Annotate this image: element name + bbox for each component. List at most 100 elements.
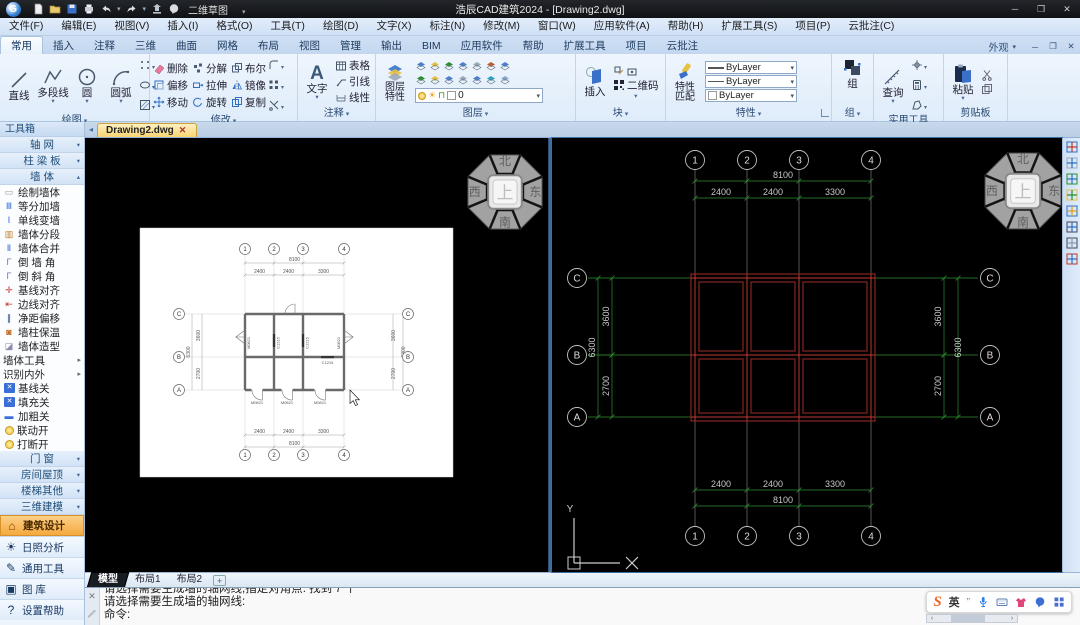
redo-icon[interactable] xyxy=(126,3,138,15)
line-button[interactable]: 直线 xyxy=(3,68,35,103)
sidebar-module-settings-help[interactable]: ?设置帮助 xyxy=(0,599,84,620)
layer-select[interactable]: ☀ ⊓ 0 ▾ xyxy=(415,88,543,103)
panel-label-properties[interactable]: 特性 xyxy=(666,107,831,121)
chat-icon[interactable] xyxy=(1034,596,1046,608)
sidebar-module-library[interactable]: ▣图 库 xyxy=(0,578,84,599)
document-tab[interactable]: Drawing2.dwg ✕ xyxy=(97,123,197,137)
ime-language-toggle[interactable]: 英 xyxy=(949,594,960,610)
measure-dropdown-icon[interactable] xyxy=(891,99,894,104)
text-dropdown-icon[interactable] xyxy=(315,95,318,100)
axis-tool-icon-4[interactable] xyxy=(1066,205,1078,217)
sidebar-group-three-d-modeling[interactable]: 三维建模▾ xyxy=(0,499,84,515)
new-file-icon[interactable] xyxy=(32,3,44,15)
ribbon-tab-0[interactable]: 常用 xyxy=(0,36,43,54)
ribbon-tab-8[interactable]: 管理 xyxy=(330,37,371,54)
sidebar-item-clear-distance-offset[interactable]: ∥净距偏移 xyxy=(0,311,84,325)
layer-tool-icon-12[interactable] xyxy=(485,74,497,86)
menu-item-14[interactable]: 项目(P) xyxy=(786,18,839,35)
linear-dim-button[interactable]: 线性 xyxy=(335,90,370,105)
polyline-dropdown-icon[interactable] xyxy=(51,99,54,104)
table-button[interactable]: 表格 xyxy=(335,58,370,73)
panel-label-block[interactable]: 块 xyxy=(576,107,665,121)
app-logo-icon[interactable]: G xyxy=(2,1,24,17)
boolean-button[interactable]: 布尔 xyxy=(231,60,266,76)
doc-tab-nav-left-icon[interactable]: ◂ xyxy=(85,122,97,137)
sidebar-item-wall-segment[interactable]: ▥墙体分段 xyxy=(0,227,84,241)
sidebar-item-baseline-align[interactable]: ✛基线对齐 xyxy=(0,283,84,297)
ribbon-tab-2[interactable]: 注释 xyxy=(84,37,125,54)
explode-button[interactable]: 分解 xyxy=(192,60,227,76)
axis-tool-icon-5[interactable] xyxy=(1066,221,1078,233)
toolbox-grid-icon[interactable] xyxy=(1053,596,1065,608)
sidebar-item-baseline-off[interactable]: ✕基线关 xyxy=(0,381,84,395)
scroll-left-icon[interactable]: ‹ xyxy=(927,615,937,622)
sidebar-group-axis-grid[interactable]: 轴 网▾ xyxy=(0,137,84,153)
erase-button[interactable]: 删除 xyxy=(153,60,188,76)
workspace-switcher[interactable]: 二维草图▾ xyxy=(188,2,246,17)
ribbon-tab-5[interactable]: 网格 xyxy=(207,37,248,54)
command-window[interactable]: ✕ 请选择需要生成墙的轴网线;指定对角点: 找到 7 个请选择需要生成墙的轴网线… xyxy=(85,587,1080,625)
scrollbar-thumb[interactable] xyxy=(951,615,985,622)
linetype-select[interactable]: ByLayer▾ xyxy=(705,75,797,88)
circle-button[interactable]: 圆 xyxy=(71,65,103,105)
axis-tool-icon-0[interactable] xyxy=(1066,141,1078,153)
ribbon-tab-6[interactable]: 布局 xyxy=(248,37,289,54)
sidebar-item-single-line-to-wall[interactable]: Ⅰ单线变墙 xyxy=(0,213,84,227)
ribbon-tab-10[interactable]: BIM xyxy=(412,37,451,54)
layer-tool-icon-6[interactable] xyxy=(499,60,511,72)
layer-tool-icon-9[interactable] xyxy=(443,74,455,86)
panel-label-annotate[interactable]: 注释 xyxy=(298,107,375,121)
text-button[interactable]: A 文字 xyxy=(301,63,333,101)
insert-block-button[interactable]: 插入 xyxy=(579,64,611,99)
menu-item-11[interactable]: 应用软件(A) xyxy=(585,18,659,35)
minimize-button[interactable]: ─ xyxy=(1002,0,1028,18)
menu-item-6[interactable]: 绘图(D) xyxy=(314,18,368,35)
sogou-logo-icon[interactable]: S xyxy=(933,594,941,611)
sidebar-item-break-on[interactable]: 打断开 xyxy=(0,437,84,451)
axis-tool-icon-3[interactable] xyxy=(1066,189,1078,201)
panel-label-layer[interactable]: 图层 xyxy=(376,107,575,121)
layer-tool-icon-7[interactable] xyxy=(415,74,427,86)
offset-button[interactable]: 偏移 xyxy=(153,77,188,93)
layer-tool-icon-3[interactable] xyxy=(457,60,469,72)
menu-item-4[interactable]: 格式(O) xyxy=(207,18,261,35)
layer-tool-icon-8[interactable] xyxy=(429,74,441,86)
sidebar-item-fill-off[interactable]: ✕填充关 xyxy=(0,395,84,409)
properties-expander-icon[interactable] xyxy=(821,109,829,117)
polyline-button[interactable]: 多段线 xyxy=(37,65,69,105)
trim-button[interactable] xyxy=(268,96,284,114)
layer-tool-icon-4[interactable] xyxy=(471,60,483,72)
share-icon[interactable] xyxy=(151,3,163,15)
sidebar-item-edge-align[interactable]: ⇤边线对齐 xyxy=(0,297,84,311)
sidebar-module-general-tools[interactable]: ✎通用工具 xyxy=(0,557,84,578)
add-layout-button[interactable]: + xyxy=(213,575,226,586)
paste-button[interactable]: 粘贴 xyxy=(947,62,979,102)
ribbon-tab-9[interactable]: 输出 xyxy=(371,37,412,54)
appearance-dropdown-icon[interactable]: ▾ xyxy=(1012,43,1016,51)
ribbon-tab-7[interactable]: 视图 xyxy=(289,37,330,54)
microphone-icon[interactable] xyxy=(977,596,989,608)
leader-button[interactable]: 引线 xyxy=(335,74,370,89)
arc-dropdown-icon[interactable] xyxy=(119,99,122,104)
panel-label-clipboard[interactable]: 剪贴板 xyxy=(944,107,1007,121)
undo-dropdown-icon[interactable]: ▾ xyxy=(117,5,121,13)
group-button[interactable]: 组 xyxy=(837,56,869,91)
save-icon[interactable] xyxy=(66,3,78,15)
layer-properties-button[interactable]: 图层 特性 xyxy=(379,60,411,104)
sidebar-item-draw-wall[interactable]: ▭绘制墙体 xyxy=(0,185,84,199)
doc-restore-button[interactable]: ❐ xyxy=(1044,41,1062,52)
menu-item-8[interactable]: 标注(N) xyxy=(421,18,475,35)
axis-tool-icon-1[interactable] xyxy=(1066,157,1078,169)
menu-item-5[interactable]: 工具(T) xyxy=(262,18,314,35)
sidebar-item-bold-off[interactable]: ▬加粗关 xyxy=(0,409,84,423)
sidebar-item-wall-modeling[interactable]: ◪墙体造型 xyxy=(0,339,84,353)
ribbon-tab-13[interactable]: 扩展工具 xyxy=(554,37,616,54)
menu-item-10[interactable]: 窗口(W) xyxy=(529,18,585,35)
menu-item-15[interactable]: 云批注(C) xyxy=(839,18,903,35)
open-file-icon[interactable] xyxy=(49,3,61,15)
ribbon-tab-1[interactable]: 插入 xyxy=(43,37,84,54)
qrcode-dropdown-icon[interactable] xyxy=(634,94,637,99)
skin-icon[interactable] xyxy=(1015,596,1027,608)
ribbon-tab-15[interactable]: 云批注 xyxy=(657,37,709,54)
rotate-button[interactable]: 旋转 xyxy=(192,94,227,110)
